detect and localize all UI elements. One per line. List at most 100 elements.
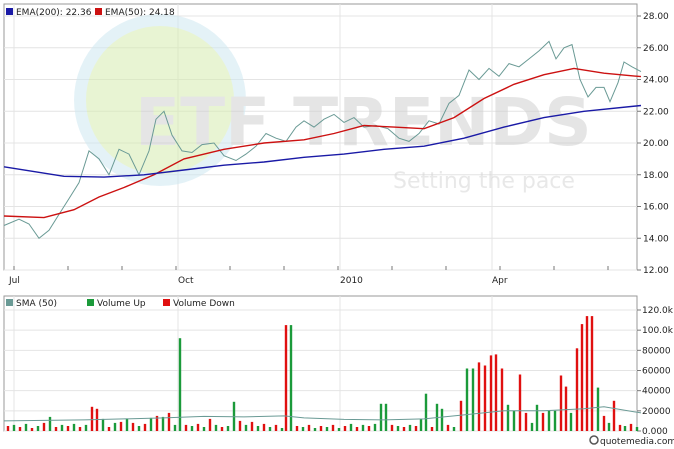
volume-down-bar: [30, 428, 34, 431]
volume-up-bar: [379, 403, 383, 431]
volume-up-bar: [569, 412, 573, 431]
volume-down-bar: [585, 316, 589, 431]
volume-down-bar: [602, 415, 606, 431]
volume-down-bar: [295, 426, 299, 431]
volume-up-bar: [419, 418, 423, 431]
quotemedia-logo: quotemedia.com: [589, 435, 674, 447]
volume-y-tick-label: 20000: [642, 407, 671, 417]
legend-swatch-ema200: [6, 8, 13, 15]
volume-up-bar: [125, 418, 129, 431]
y-tick-label: 14.00: [643, 234, 669, 244]
volume-up-bar: [256, 426, 260, 431]
volume-up-bar: [101, 418, 105, 431]
volume-up-bar: [596, 387, 600, 431]
volume-down-bar: [119, 421, 123, 431]
volume-up-bar: [289, 325, 293, 431]
legend-volume-down: Volume Down: [173, 299, 235, 309]
volume-y-tick-label: 100.0k: [642, 326, 674, 336]
volume-down-bar: [414, 426, 418, 431]
x-tick-label: Apr: [492, 276, 508, 286]
volume-up-bar: [280, 428, 284, 431]
volume-down-bar: [143, 423, 147, 431]
volume-y-tick-label: 0.000: [642, 427, 668, 437]
volume-up-bar: [471, 368, 475, 431]
volume-down-bar: [612, 400, 616, 432]
volume-down-bar: [238, 420, 242, 431]
volume-y-tick-label: 40000: [642, 387, 671, 397]
volume-up-bar: [547, 410, 551, 431]
quotemedia-icon: [589, 435, 599, 445]
y-tick-label: 22.00: [643, 107, 669, 117]
volume-up-bar: [173, 424, 177, 431]
volume-up-bar: [190, 426, 194, 431]
volume-up-bar: [24, 423, 28, 431]
volume-down-bar: [618, 424, 622, 431]
volume-up-bar: [84, 424, 88, 431]
volume-down-bar: [307, 424, 311, 431]
volume-down-bar: [367, 426, 371, 431]
volume-up-bar: [452, 427, 456, 431]
volume-down-bar: [131, 422, 135, 431]
volume-y-tick-label: 80000: [642, 346, 671, 356]
volume-up-bar: [396, 426, 400, 431]
volume-down-bar: [559, 375, 563, 431]
volume-up-bar: [361, 424, 365, 431]
volume-down-bar: [284, 325, 288, 431]
volume-up-bar: [530, 422, 534, 431]
volume-up-bar: [137, 426, 141, 431]
volume-down-bar: [430, 427, 434, 431]
volume-up-bar: [349, 423, 353, 431]
volume-down-bar: [18, 427, 22, 431]
legend-swatch-sma: [6, 299, 13, 306]
volume-legend: SMA (50) Volume Up Volume Down: [6, 299, 235, 309]
volume-down-bar: [355, 427, 359, 431]
volume-up-bar: [553, 410, 557, 431]
volume-down-bar: [575, 348, 579, 431]
volume-down-bar: [402, 427, 406, 431]
x-tick-label: 2010: [340, 276, 363, 286]
volume-up-bar: [214, 424, 218, 431]
legend-swatch-volume-down: [163, 299, 170, 306]
volume-down-bar: [541, 412, 545, 431]
y-tick-label: 24.00: [643, 76, 669, 86]
volume-up-bar: [113, 422, 117, 431]
volume-down-bar: [477, 362, 481, 431]
stock-chart: 12.00 14.00 16.00 18.00 20.00 22.00 24.00 26.00…: [3, 3, 674, 447]
volume-down-bar: [196, 423, 200, 431]
y-tick-label: 28.00: [643, 12, 669, 22]
volume-up-bar: [244, 424, 248, 431]
volume-up-bar: [268, 427, 272, 431]
volume-up-bar: [60, 424, 64, 431]
y-tick-label: 20.00: [643, 139, 669, 149]
volume-up-bar: [373, 423, 377, 431]
volume-down-bar: [494, 354, 498, 431]
volume-up-bar: [48, 416, 52, 431]
volume-down-bar: [42, 422, 46, 431]
volume-up-bar: [202, 427, 206, 431]
volume-up-bar: [313, 428, 317, 431]
volume-down-bar: [483, 365, 487, 431]
volume-down-bar: [6, 426, 10, 431]
brand-text: quotemedia.com: [600, 437, 674, 447]
volume-down-bar: [184, 424, 188, 431]
volume-up-bar: [506, 404, 510, 431]
volume-down-bar: [319, 426, 323, 431]
volume-up-bar: [465, 368, 469, 431]
volume-up-bar: [440, 408, 444, 431]
volume-down-bar: [107, 427, 111, 431]
volume-down-bar: [343, 426, 347, 431]
volume-down-bar: [208, 418, 212, 431]
volume-down-bar: [90, 406, 94, 431]
volume-down-bar: [167, 412, 171, 431]
y-tick-label: 26.00: [643, 44, 669, 54]
x-tick-label: Oct: [178, 276, 194, 286]
volume-down-bar: [250, 421, 254, 431]
volume-down-bar: [524, 412, 528, 431]
volume-up-bar: [408, 424, 412, 431]
legend-sma50: SMA (50): [16, 299, 57, 309]
volume-up-bar: [149, 417, 153, 431]
volume-up-bar: [635, 427, 639, 431]
volume-down-bar: [54, 427, 58, 431]
volume-up-bar: [226, 426, 230, 431]
legend-ema200: EMA(200): 22.36: [16, 8, 92, 18]
